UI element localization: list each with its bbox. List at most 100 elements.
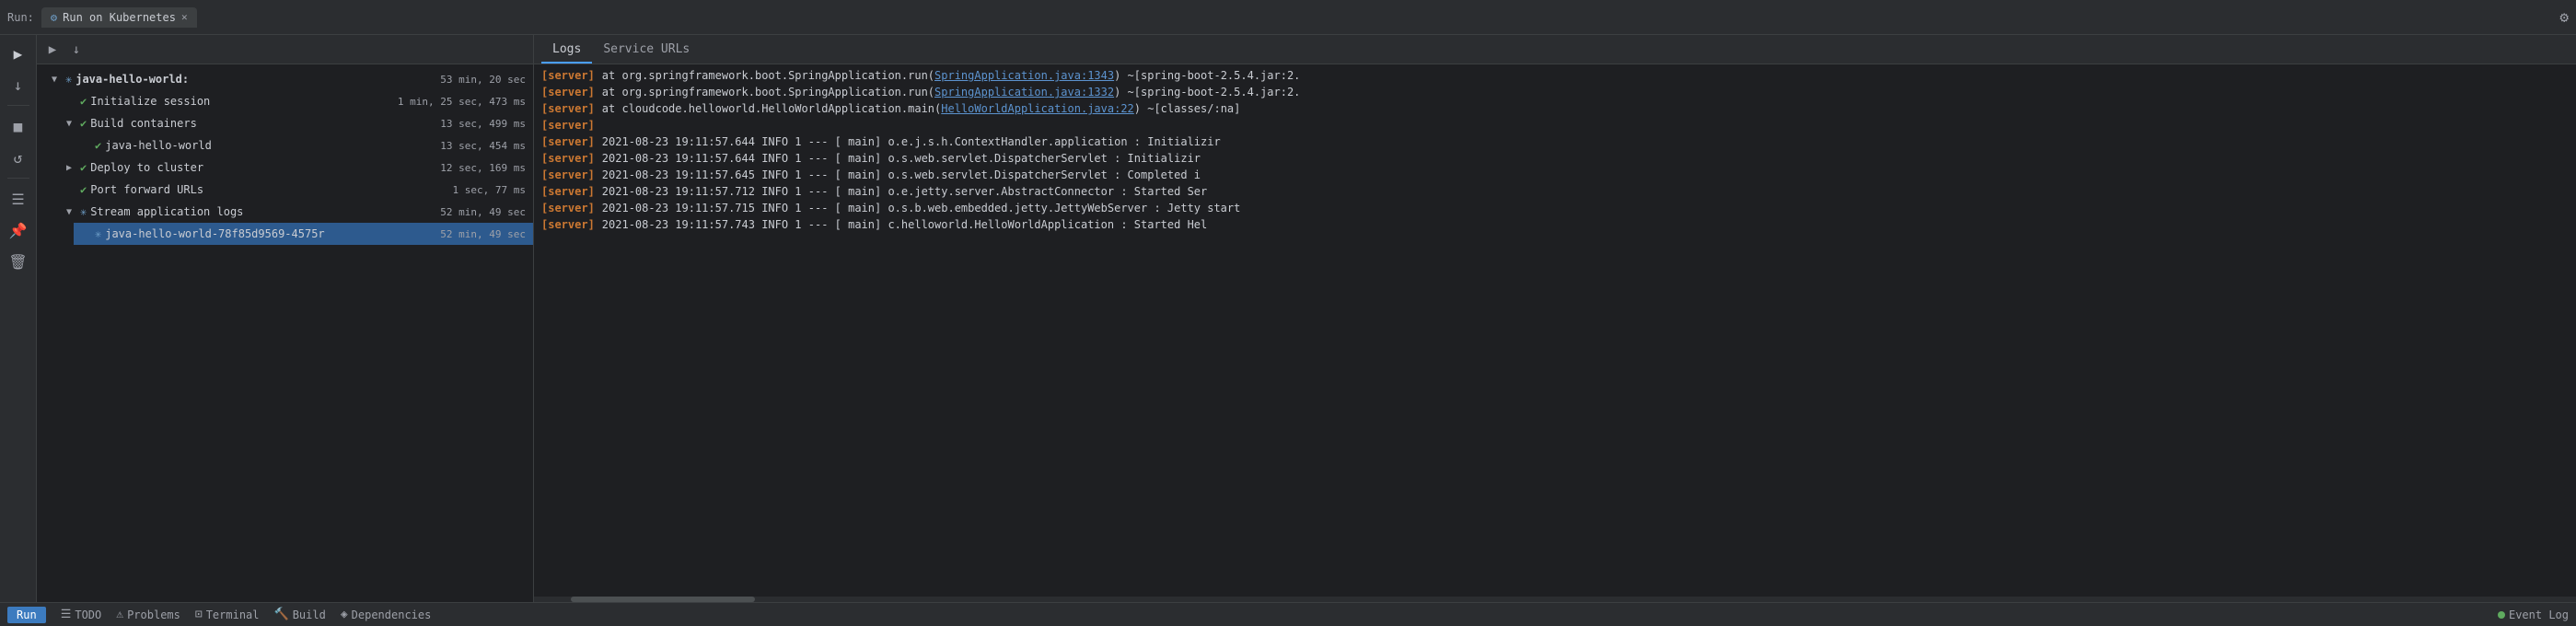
title-bar: Run: ⚙ Run on Kubernetes ✕ ⚙	[0, 0, 2576, 35]
tree-time: 13 sec, 499 ms	[440, 118, 526, 130]
log-line: [server] at org.springframework.boot.Spr…	[534, 85, 2576, 101]
filter-button[interactable]: ☰	[6, 186, 31, 212]
log-text: 2021-08-23 19:11:57.644 INFO 1 --- [ mai…	[602, 135, 1221, 148]
tab-logs[interactable]: Logs	[541, 39, 592, 64]
log-tag: [server]	[541, 152, 595, 165]
tree-item-java-hello-world-sub[interactable]: ✔ java-hello-world 13 sec, 454 ms	[74, 134, 533, 156]
log-tag: [server]	[541, 69, 595, 82]
dependencies-button[interactable]: ◈ Dependencies	[341, 608, 432, 621]
tree-time: 13 sec, 454 ms	[440, 140, 526, 152]
tree-label: Deploy to cluster	[90, 161, 203, 174]
scroll-button[interactable]: ↓	[6, 72, 31, 98]
tree-item-stream-logs[interactable]: ▼ ✳ Stream application logs 52 min, 49 s…	[59, 201, 533, 223]
arrow-down-icon: ▼	[66, 207, 77, 217]
log-text: 2021-08-23 19:11:57.644 INFO 1 --- [ mai…	[602, 152, 1201, 165]
trash-button[interactable]: 🗑	[6, 249, 31, 274]
tree-item-pod[interactable]: ✳ java-hello-world-78f85d9569-4575r 52 m…	[74, 223, 533, 245]
toolbar-btn-1[interactable]: ▶	[42, 40, 63, 60]
log-link-3[interactable]: HelloWorldApplication.java:22	[941, 102, 1134, 115]
log-tag: [server]	[541, 202, 595, 214]
log-text: 2021-08-23 19:11:57.712 INFO 1 --- [ mai…	[602, 185, 1207, 198]
build-button[interactable]: 🔨 Build	[274, 608, 326, 621]
tree-time: 52 min, 49 sec	[440, 228, 526, 240]
spinner-icon: ✳	[80, 205, 87, 218]
list-icon: ☰	[61, 608, 72, 621]
run-button[interactable]: ▶	[6, 41, 31, 66]
log-panel: Logs Service URLs [server] at org.spring…	[534, 35, 2576, 602]
tree-item-deploy-to-cluster[interactable]: ▶ ✔ Deploy to cluster 12 sec, 169 ms	[59, 156, 533, 179]
spinner-icon: ✳	[65, 73, 72, 86]
arrow-down-icon: ▼	[52, 75, 63, 85]
check-icon: ✔	[95, 139, 101, 152]
log-tag: [server]	[541, 135, 595, 148]
check-icon: ✔	[80, 117, 87, 130]
log-text: 2021-08-23 19:11:57.715 INFO 1 --- [ mai…	[602, 202, 1241, 214]
toolbar-btn-2[interactable]: ↓	[66, 40, 87, 60]
main-layout: ▶ ↓ ■ ↺ ☰ 📌 🗑 ▶ ↓ ▼ ✳ java-hello-world: …	[0, 35, 2576, 602]
check-icon: ✔	[80, 95, 87, 108]
log-line: [server]	[534, 118, 2576, 134]
log-content[interactable]: [server] at org.springframework.boot.Spr…	[534, 64, 2576, 597]
run-label: Run:	[7, 11, 34, 24]
tree-item-build-containers[interactable]: ▼ ✔ Build containers 13 sec, 499 ms	[59, 112, 533, 134]
log-line: [server] 2021-08-23 19:11:57.743 INFO 1 …	[534, 217, 2576, 234]
check-icon: ✔	[80, 183, 87, 196]
tree-item-initialize-session[interactable]: ✔ Initialize session 1 min, 25 sec, 473 …	[59, 90, 533, 112]
tree-label: Stream application logs	[90, 205, 243, 218]
check-icon: ✔	[80, 161, 87, 174]
log-text: 2021-08-23 19:11:57.743 INFO 1 --- [ mai…	[602, 218, 1207, 231]
spinner-icon: ✳	[95, 227, 101, 240]
tree-item-port-forward[interactable]: ✔ Port forward URLs 1 sec, 77 ms	[59, 179, 533, 201]
log-text: at org.springframework.boot.SpringApplic…	[602, 86, 1301, 99]
log-line: [server] 2021-08-23 19:11:57.644 INFO 1 …	[534, 134, 2576, 151]
tree-item-java-hello-world[interactable]: ▼ ✳ java-hello-world: 53 min, 20 sec	[44, 68, 533, 90]
terminal-icon: ⊡	[195, 608, 203, 621]
kubernetes-icon: ⚙	[51, 11, 57, 24]
log-text: 2021-08-23 19:11:57.645 INFO 1 --- [ mai…	[602, 168, 1201, 181]
build-icon: 🔨	[274, 608, 289, 621]
pin-button[interactable]: 📌	[6, 217, 31, 243]
settings-icon[interactable]: ⚙	[2559, 8, 2569, 26]
tree-time: 53 min, 20 sec	[440, 74, 526, 86]
terminal-label: Terminal	[206, 609, 260, 621]
run-tab[interactable]: ⚙ Run on Kubernetes ✕	[41, 7, 197, 28]
rerun-button[interactable]: ↺	[6, 145, 31, 170]
run-status-button[interactable]: Run	[7, 607, 46, 623]
log-tag: [server]	[541, 218, 595, 231]
tree-time: 1 min, 25 sec, 473 ms	[398, 96, 526, 108]
log-link-1[interactable]: SpringApplication.java:1343	[934, 69, 1114, 82]
todo-label: TODO	[75, 609, 101, 621]
log-text: at cloudcode.helloworld.HelloWorldApplic…	[602, 102, 1241, 115]
tree-label: Build containers	[90, 117, 197, 130]
tab-close-button[interactable]: ✕	[181, 11, 188, 23]
log-line: [server] at cloudcode.helloworld.HelloWo…	[534, 101, 2576, 118]
log-tag: [server]	[541, 185, 595, 198]
log-tag: [server]	[541, 102, 595, 115]
event-log-label: Event Log	[2509, 609, 2569, 621]
stop-button[interactable]: ■	[6, 113, 31, 139]
terminal-button[interactable]: ⊡ Terminal	[195, 608, 260, 621]
log-text: at org.springframework.boot.SpringApplic…	[602, 69, 1301, 82]
log-tag: [server]	[541, 119, 595, 132]
problems-button[interactable]: ⚠ Problems	[116, 608, 180, 621]
event-log-button[interactable]: Event Log	[2498, 609, 2569, 621]
separator-1	[7, 105, 29, 106]
tool-sidebar: ▶ ↓ ■ ↺ ☰ 📌 🗑	[0, 35, 37, 602]
tree-toolbar: ▶ ↓	[37, 35, 533, 64]
run-status-label: Run	[17, 609, 37, 621]
tree-content: ▼ ✳ java-hello-world: 53 min, 20 sec ✔ I…	[37, 64, 533, 602]
tree-panel: ▶ ↓ ▼ ✳ java-hello-world: 53 min, 20 sec…	[37, 35, 534, 602]
tree-time: 52 min, 49 sec	[440, 206, 526, 218]
tree-label: java-hello-world	[105, 139, 212, 152]
log-line: [server] at org.springframework.boot.Spr…	[534, 68, 2576, 85]
log-tabs: Logs Service URLs	[534, 35, 2576, 64]
log-link-2[interactable]: SpringApplication.java:1332	[934, 86, 1114, 99]
tree-label: Initialize session	[90, 95, 210, 108]
tab-service-urls[interactable]: Service URLs	[592, 39, 701, 64]
tree-label: java-hello-world-78f85d9569-4575r	[105, 227, 324, 240]
problems-label: Problems	[127, 609, 180, 621]
log-line: [server] 2021-08-23 19:11:57.715 INFO 1 …	[534, 201, 2576, 217]
todo-button[interactable]: ☰ TODO	[61, 608, 102, 621]
arrow-right-icon: ▶	[66, 163, 77, 173]
tree-label: java-hello-world:	[75, 73, 189, 86]
